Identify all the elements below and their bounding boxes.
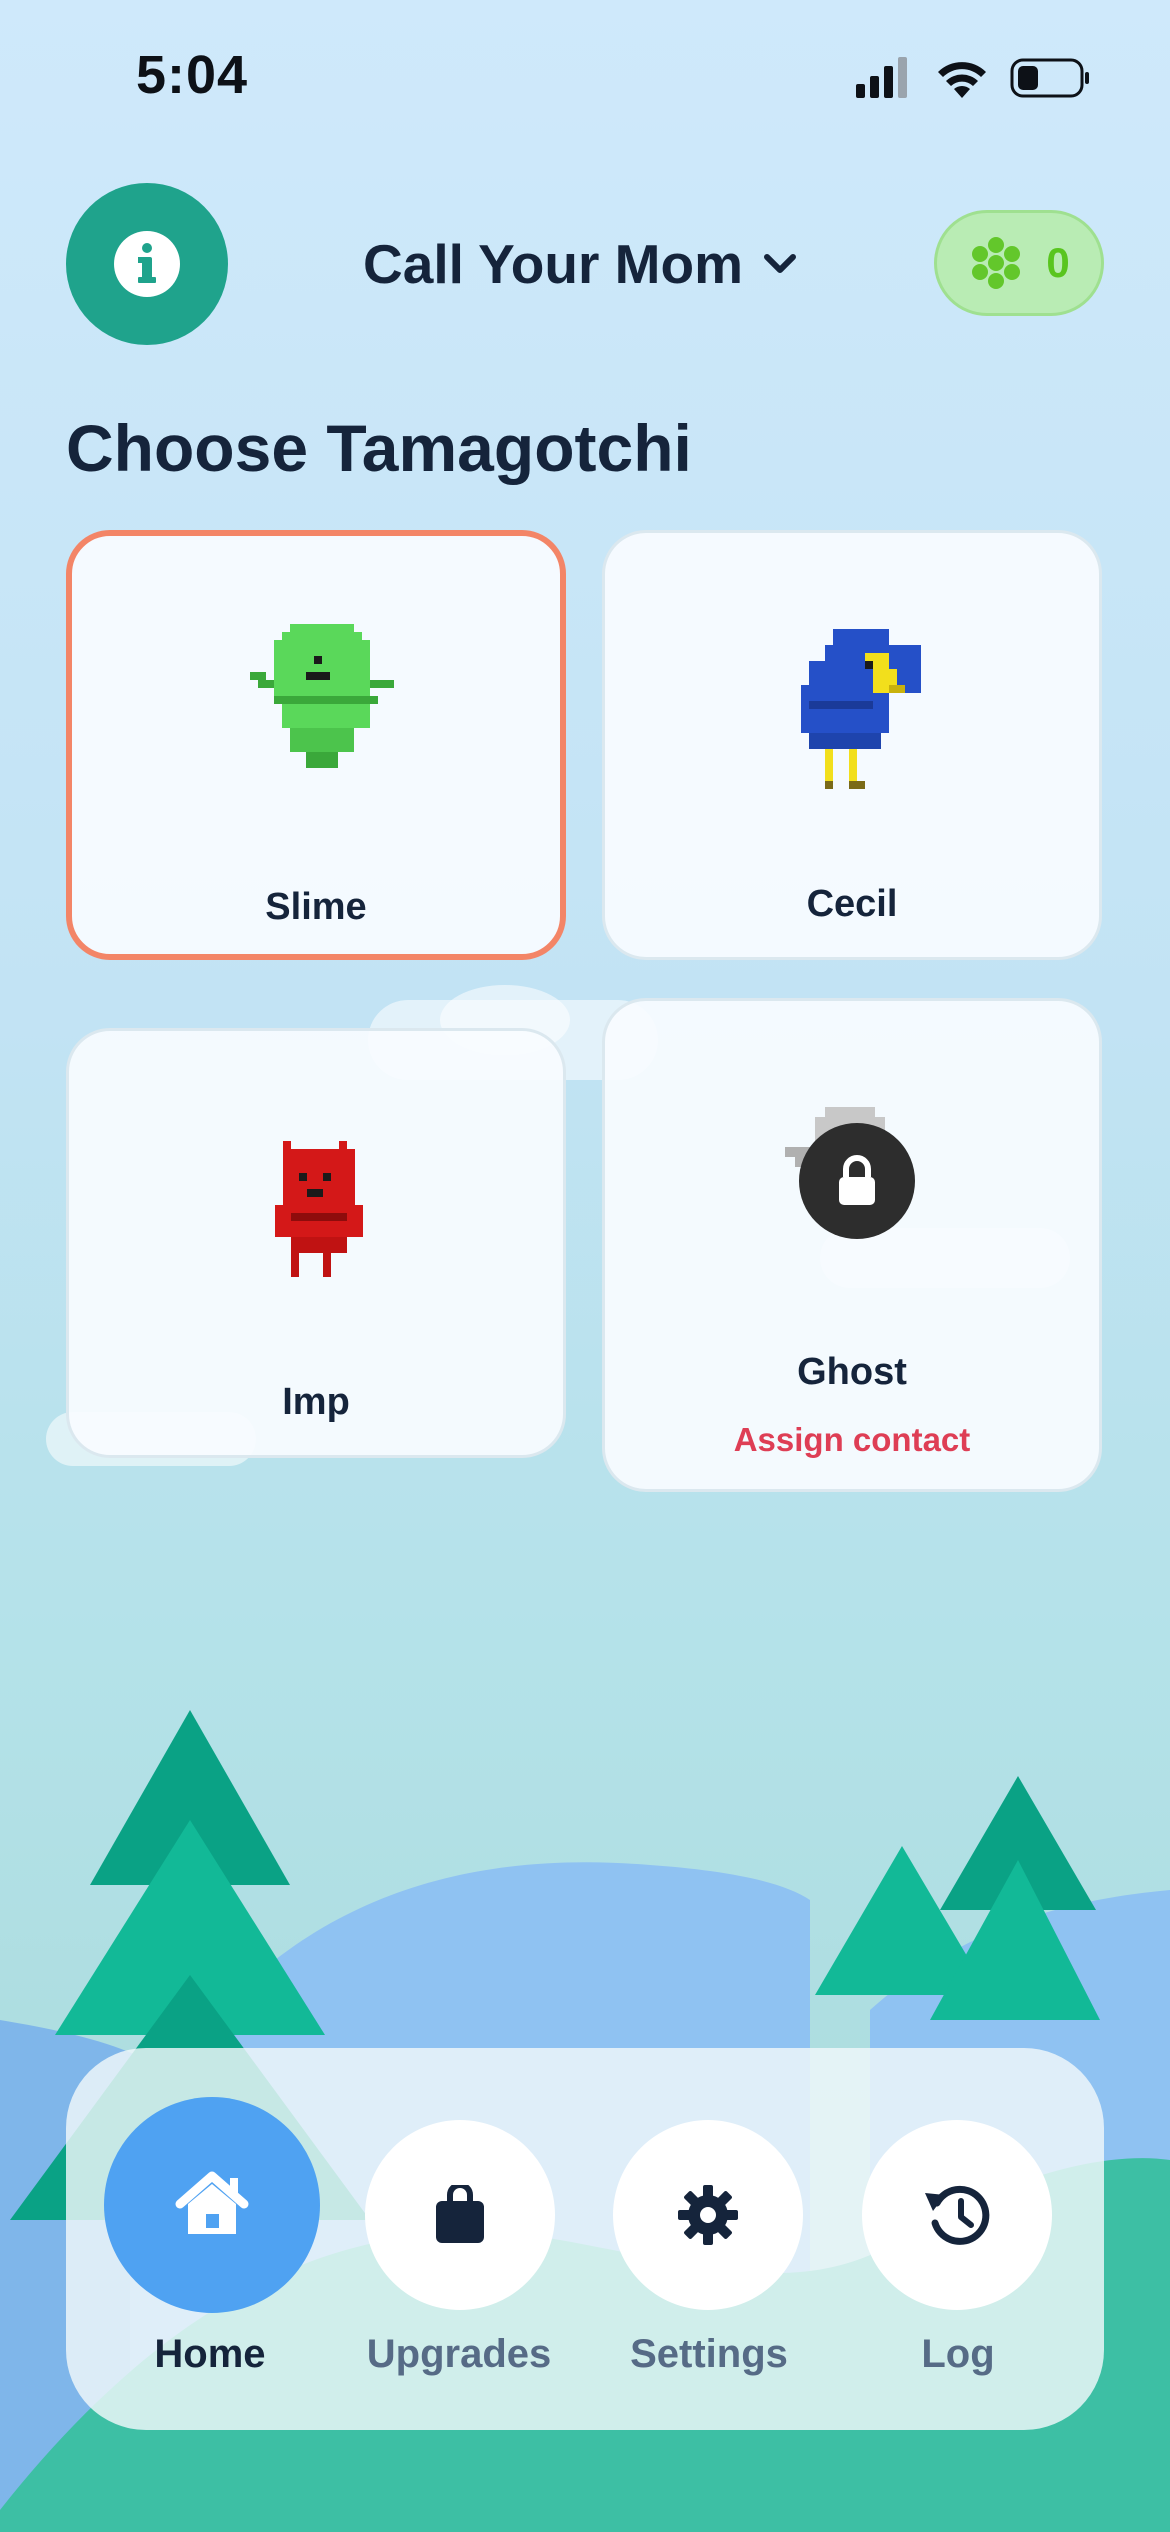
wifi-icon (938, 62, 986, 98)
home-icon (175, 2171, 249, 2234)
shopping-bag-icon (436, 2185, 484, 2243)
tab-log[interactable]: Log (838, 2082, 1078, 2412)
pet-name: Ghost (797, 1351, 907, 1393)
cecil-sprite (801, 629, 921, 789)
pet-name: Cecil (806, 883, 898, 925)
battery-icon (1010, 58, 1089, 98)
coin-count: 0 (1046, 239, 1070, 286)
assign-contact-link[interactable]: Assign contact (605, 1421, 1099, 1459)
gear-icon (678, 2185, 738, 2245)
status-icons (856, 57, 1089, 98)
signal-icon (856, 57, 907, 98)
imp-sprite (275, 1141, 363, 1277)
tab-settings[interactable]: Settings (589, 2082, 829, 2412)
pet-card-imp[interactable]: Imp (66, 1028, 566, 1458)
info-button[interactable] (66, 183, 228, 345)
chevron-down-icon (763, 254, 796, 273)
contact-selector[interactable]: Call Your Mom (320, 224, 840, 304)
pet-card-cecil[interactable]: Cecil (602, 530, 1102, 960)
pet-name: Slime (265, 886, 367, 928)
tab-upgrades-button[interactable] (365, 2120, 555, 2310)
lock-icon (839, 1155, 875, 1205)
tab-settings-button[interactable] (613, 2120, 803, 2310)
coin-balance-badge[interactable]: 0 (934, 210, 1104, 316)
tab-label: Home (154, 2332, 266, 2376)
history-icon (925, 2185, 990, 2245)
clover-coin-icon (972, 237, 1021, 289)
pet-name: Imp (282, 1381, 350, 1423)
status-time: 5:04 (136, 45, 249, 105)
pet-card-ghost[interactable]: Ghost Assign contact (602, 998, 1102, 1492)
contact-name: Call Your Mom (363, 233, 743, 295)
pet-card-slime[interactable]: Slime (66, 530, 566, 960)
tab-label: Settings (630, 2332, 788, 2376)
tab-label: Upgrades (366, 2332, 552, 2376)
locked-badge (799, 1123, 915, 1239)
section-title: Choose Tamagotchi (66, 411, 692, 485)
tab-home-button[interactable] (104, 2097, 320, 2313)
tab-upgrades[interactable]: Upgrades (339, 2082, 579, 2412)
tab-log-button[interactable] (862, 2120, 1052, 2310)
tab-home[interactable]: Home (90, 2082, 330, 2412)
slime-sprite (250, 624, 394, 768)
info-icon (114, 231, 180, 297)
tab-label: Log (921, 2332, 995, 2376)
